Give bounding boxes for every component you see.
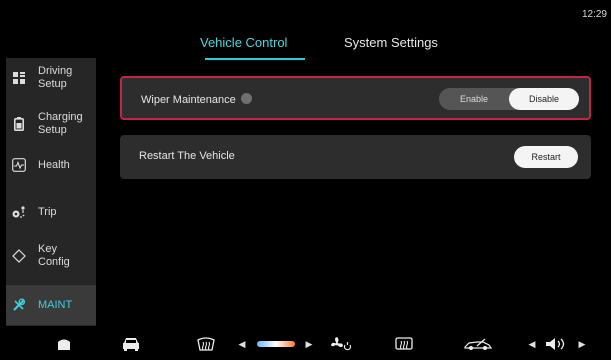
disable-option[interactable]: Disable <box>509 88 579 110</box>
windshield-defrost-icon[interactable] <box>195 335 217 353</box>
battery-icon <box>12 117 26 131</box>
restart-button[interactable]: Restart <box>514 146 578 168</box>
volume-icon[interactable] <box>543 335 569 353</box>
sidebar-item-label: Charging Setup <box>38 111 83 136</box>
health-icon <box>12 158 26 172</box>
temperature-bar[interactable] <box>257 335 295 353</box>
wiper-toggle: Enable Disable <box>439 88 579 110</box>
info-icon[interactable] <box>240 93 252 104</box>
sidebar-item-label: Key Config <box>38 243 70 268</box>
restart-vehicle-row: Restart The Vehicle Restart <box>120 135 591 179</box>
status-bar: 12:29 <box>0 0 611 22</box>
temp-increase-icon[interactable]: ▶ <box>305 335 313 353</box>
sidebar-item-label: Trip <box>38 205 57 218</box>
sidebar: Driving Setup Charging Setup Health Trip… <box>6 58 96 326</box>
sidebar-item-label: Health <box>38 158 70 171</box>
enable-option[interactable]: Enable <box>439 88 509 110</box>
fan-auto-icon[interactable] <box>330 335 352 353</box>
tab-vehicle-control[interactable]: Vehicle Control <box>200 35 287 50</box>
sidebar-item-health[interactable]: Health <box>6 150 96 180</box>
tab-system-settings[interactable]: System Settings <box>344 35 438 50</box>
rear-defrost-icon[interactable] <box>393 335 415 353</box>
sidebar-item-trip[interactable]: Trip <box>6 197 96 227</box>
active-tab-indicator <box>205 58 305 60</box>
temp-decrease-icon[interactable]: ◀ <box>238 335 246 353</box>
sidebar-item-maint[interactable]: MAINT <box>6 285 96 325</box>
volume-decrease-icon[interactable]: ◀ <box>528 335 536 353</box>
wiper-car-icon[interactable] <box>463 335 493 353</box>
clock: 12:29 <box>581 9 607 20</box>
driving-setup-icon <box>12 71 26 85</box>
sidebar-item-charging-setup[interactable]: Charging Setup <box>6 104 96 144</box>
home-icon[interactable] <box>54 335 74 353</box>
volume-increase-icon[interactable]: ▶ <box>578 335 586 353</box>
wrench-icon <box>12 298 26 312</box>
trip-icon <box>12 205 26 219</box>
wiper-maintenance-label: Wiper Maintenance <box>141 93 252 106</box>
wiper-maintenance-row: Wiper Maintenance Enable Disable <box>120 76 591 120</box>
car-icon[interactable] <box>120 335 142 353</box>
sidebar-item-driving-setup[interactable]: Driving Setup <box>6 58 96 98</box>
sidebar-item-label: Driving Setup <box>38 65 73 90</box>
sidebar-item-key-config[interactable]: Key Config <box>6 236 96 276</box>
key-diamond-icon <box>12 249 26 263</box>
sidebar-item-label: MAINT <box>38 298 73 311</box>
top-tabs: Vehicle Control System Settings <box>0 22 611 62</box>
wiper-maintenance-text: Wiper Maintenance <box>141 94 236 106</box>
bottom-dock: ◀ ▶ ◀ ▶ <box>0 326 611 360</box>
restart-vehicle-label: Restart The Vehicle <box>139 150 235 162</box>
